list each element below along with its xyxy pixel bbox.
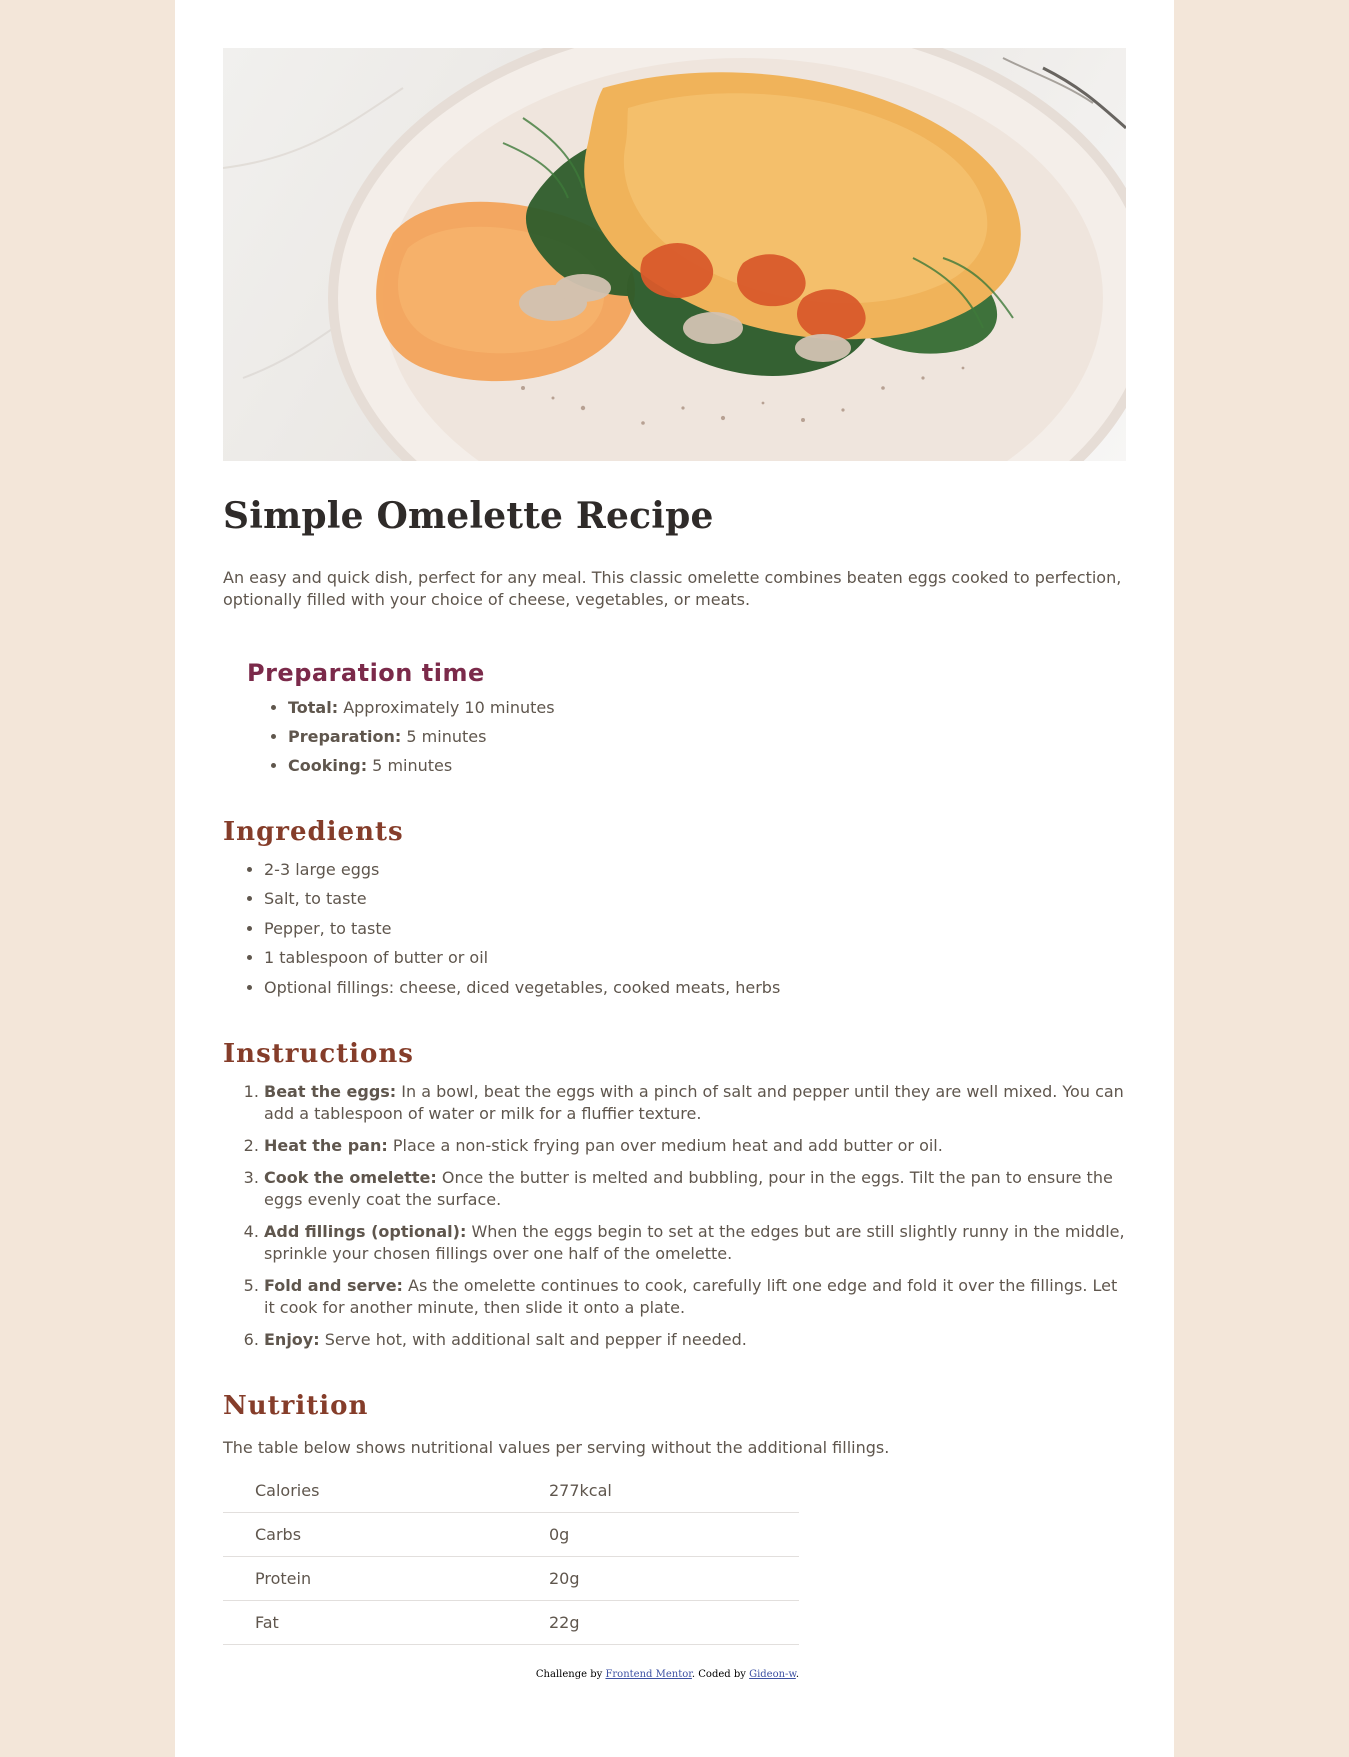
nutrition-row: Calories 277kcal (223, 1468, 799, 1513)
instruction-step-label: Heat the pan: (264, 1135, 388, 1155)
nutrition-value: 277kcal (549, 1468, 799, 1513)
preparation-heading: Preparation time (247, 658, 485, 687)
ingredients-heading: Ingredients (223, 816, 404, 847)
preparation-item: Cooking: 5 minutes (288, 755, 1102, 777)
ingredients-section: Ingredients 2-3 large eggs Salt, to tast… (223, 817, 1126, 999)
ingredient-item: Pepper, to taste (264, 918, 1126, 940)
nutrition-section: Nutrition The table below shows nutritio… (223, 1391, 1126, 1680)
instruction-step: Fold and serve: As the omelette continue… (264, 1275, 1126, 1319)
preparation-value: 5 minutes (401, 726, 487, 746)
instruction-step-text: Serve hot, with additional salt and pepp… (319, 1329, 747, 1349)
attribution-suffix: . (795, 1668, 799, 1680)
nutrition-name: Fat (223, 1600, 549, 1645)
instruction-step: Cook the omelette: Once the butter is me… (264, 1167, 1126, 1211)
preparation-item: Total: Approximately 10 minutes (288, 697, 1102, 719)
ingredient-item: 2-3 large eggs (264, 859, 1126, 881)
instruction-step: Heat the pan: Place a non-stick frying p… (264, 1135, 1126, 1157)
nutrition-row: Protein 20g (223, 1556, 799, 1601)
nutrition-heading: Nutrition (223, 1390, 369, 1421)
ingredient-item: Optional fillings: cheese, diced vegetab… (264, 977, 1126, 999)
nutrition-name: Carbs (223, 1512, 549, 1557)
preparation-list: Total: Approximately 10 minutes Preparat… (247, 697, 1102, 777)
nutrition-row: Fat 22g (223, 1600, 799, 1645)
instruction-step-label: Beat the eggs: (264, 1081, 397, 1101)
nutrition-name: Protein (223, 1556, 549, 1601)
preparation-section: Preparation time Total: Approximately 10… (223, 659, 1126, 777)
ingredient-item: Salt, to taste (264, 888, 1126, 910)
recipe-content: Simple Omelette Recipe An easy and quick… (223, 48, 1126, 1680)
instructions-list: Beat the eggs: In a bowl, beat the eggs … (223, 1081, 1126, 1351)
preparation-value: Approximately 10 minutes (338, 697, 555, 717)
attribution: Challenge by Frontend Mentor. Coded by G… (223, 1669, 799, 1680)
instructions-heading: Instructions (223, 1038, 414, 1069)
instructions-section: Instructions Beat the eggs: In a bowl, b… (223, 1039, 1126, 1351)
nutrition-table: Calories 277kcal Carbs 0g Protein 20g Fa… (223, 1468, 799, 1645)
nutrition-row: Carbs 0g (223, 1512, 799, 1557)
nutrition-value: 22g (549, 1600, 799, 1645)
attribution-prefix: Challenge by (535, 1668, 606, 1680)
instruction-step-text: Place a non-stick frying pan over medium… (387, 1135, 943, 1155)
preparation-value: 5 minutes (367, 755, 453, 775)
instruction-step: Beat the eggs: In a bowl, beat the eggs … (264, 1081, 1126, 1125)
page-title: Simple Omelette Recipe (223, 495, 714, 537)
ingredient-item: 1 tablespoon of butter or oil (264, 947, 1126, 969)
recipe-intro: An easy and quick dish, perfect for any … (223, 567, 1122, 609)
instruction-step-label: Add fillings (optional): (264, 1221, 467, 1241)
preparation-label: Cooking: (288, 755, 368, 775)
nutrition-value: 20g (549, 1556, 799, 1601)
attribution-middle: . Coded by (691, 1668, 750, 1680)
nutrition-value: 0g (549, 1512, 799, 1557)
instruction-step-label: Cook the omelette: (264, 1167, 437, 1187)
instruction-step: Enjoy: Serve hot, with additional salt a… (264, 1329, 1126, 1351)
frontend-mentor-link[interactable]: Frontend Mentor (605, 1669, 691, 1680)
instruction-step: Add fillings (optional): When the eggs b… (264, 1221, 1126, 1265)
preparation-label: Preparation: (288, 726, 402, 746)
nutrition-name: Calories (223, 1468, 549, 1513)
nutrition-description: The table below shows nutritional values… (223, 1437, 890, 1457)
hero-image (223, 48, 1126, 461)
instruction-step-label: Enjoy: (264, 1329, 320, 1349)
recipe-card: Simple Omelette Recipe An easy and quick… (175, 0, 1174, 1757)
instruction-step-label: Fold and serve: (264, 1275, 403, 1295)
preparation-label: Total: (288, 697, 339, 717)
preparation-item: Preparation: 5 minutes (288, 726, 1102, 748)
author-link[interactable]: Gideon-w (749, 1669, 796, 1680)
ingredients-list: 2-3 large eggs Salt, to taste Pepper, to… (223, 859, 1126, 999)
